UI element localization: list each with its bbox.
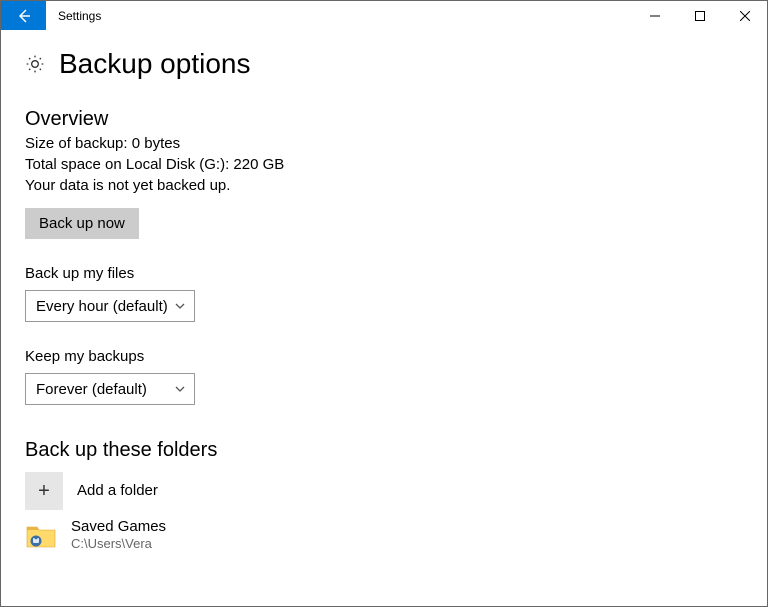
page-header: Backup options	[25, 48, 743, 80]
window-title: Settings	[46, 1, 101, 30]
folder-path: C:\Users\Vera	[71, 536, 166, 552]
back-button[interactable]	[1, 1, 46, 30]
folder-name: Saved Games	[71, 518, 166, 536]
close-button[interactable]	[722, 1, 767, 30]
window: Settings Backup options Overview Size of…	[0, 0, 768, 607]
folder-item[interactable]: Saved Games C:\Users\Vera	[25, 518, 743, 552]
content-area: Backup options Overview Size of backup: …	[1, 30, 767, 606]
add-folder-row[interactable]: + Add a folder	[25, 472, 743, 510]
maximize-button[interactable]	[677, 1, 722, 30]
backup-retention-value: Forever (default)	[36, 381, 147, 398]
disk-space-text: Total space on Local Disk (G:): 220 GB	[25, 156, 743, 173]
backup-now-button[interactable]: Back up now	[25, 208, 139, 239]
page-title: Backup options	[59, 48, 250, 80]
close-icon	[740, 11, 750, 21]
backup-frequency-label: Back up my files	[25, 265, 743, 282]
gear-icon	[25, 54, 45, 74]
backup-frequency-select[interactable]: Every hour (default)	[25, 290, 195, 322]
backup-frequency-value: Every hour (default)	[36, 298, 168, 315]
minimize-icon	[650, 11, 660, 21]
titlebar-drag-area[interactable]	[101, 1, 632, 30]
folder-icon	[25, 521, 57, 549]
add-folder-label: Add a folder	[77, 482, 158, 500]
backup-retention-label: Keep my backups	[25, 348, 743, 365]
overview-heading: Overview	[25, 108, 743, 131]
minimize-button[interactable]	[632, 1, 677, 30]
add-folder-tile[interactable]: +	[25, 472, 63, 510]
maximize-icon	[695, 11, 705, 21]
titlebar: Settings	[1, 1, 767, 30]
chevron-down-icon	[174, 383, 186, 395]
backup-status-text: Your data is not yet backed up.	[25, 177, 743, 194]
arrow-left-icon	[16, 8, 32, 24]
plus-icon: +	[38, 480, 50, 503]
window-controls	[632, 1, 767, 30]
backup-size-text: Size of backup: 0 bytes	[25, 135, 743, 152]
backup-retention-select[interactable]: Forever (default)	[25, 373, 195, 405]
chevron-down-icon	[174, 300, 186, 312]
folders-heading: Back up these folders	[25, 439, 743, 462]
folder-text: Saved Games C:\Users\Vera	[71, 518, 166, 552]
